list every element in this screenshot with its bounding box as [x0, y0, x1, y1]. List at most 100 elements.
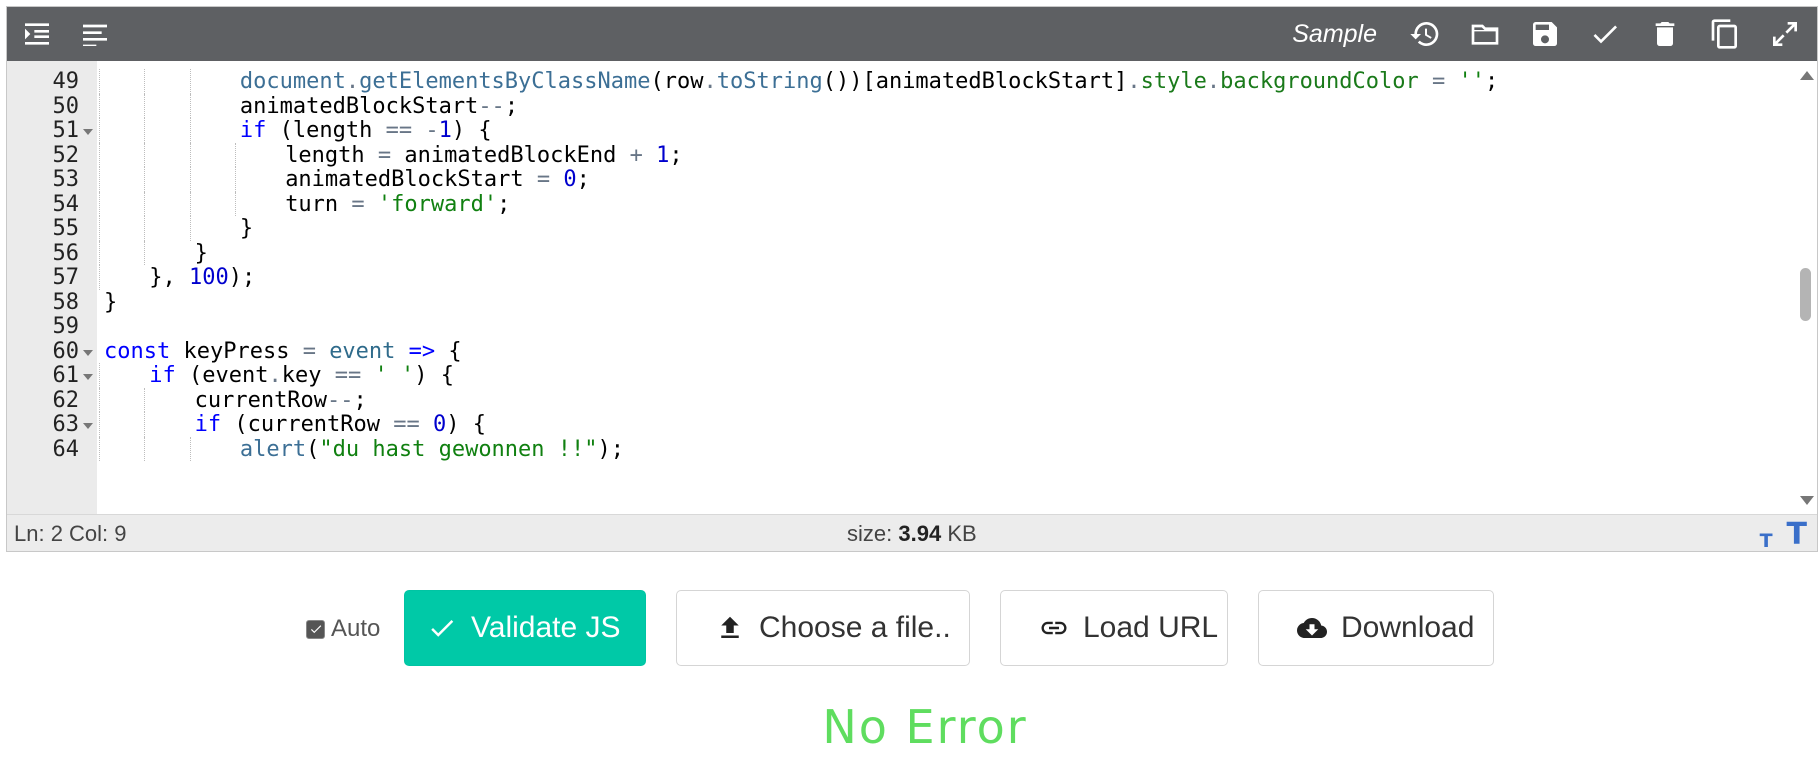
code-token: 1: [656, 142, 670, 168]
auto-label: Auto: [331, 615, 381, 642]
code-token: (length: [266, 118, 386, 143]
validate-js-button[interactable]: Validate JS: [404, 590, 646, 666]
indent-guide: [99, 436, 100, 461]
indent-guide: [144, 69, 146, 94]
auto-validate-toggle[interactable]: Auto: [306, 615, 380, 643]
code-token: ;: [1485, 69, 1499, 94]
indent-guide: [144, 142, 146, 167]
code-token: toString: [716, 69, 823, 94]
validation-result: No Error: [822, 700, 1028, 754]
fold-toggle-icon[interactable]: [83, 349, 93, 356]
font-decrease-button[interactable]: T: [1760, 530, 1773, 552]
fold-toggle-icon[interactable]: [83, 374, 93, 380]
code-token: ;: [504, 93, 519, 119]
check-icon: [431, 620, 454, 637]
code-token: 0: [433, 412, 447, 437]
code-token: .: [703, 69, 717, 94]
code-token: =: [302, 338, 316, 364]
load-url-label: Load URL: [1083, 611, 1219, 644]
save-icon[interactable]: [1527, 16, 1563, 52]
code-token: if: [194, 412, 222, 437]
format-icon[interactable]: [77, 16, 113, 52]
code-token: (row: [650, 69, 704, 94]
code-token: =: [377, 142, 392, 168]
trash-icon[interactable]: [1647, 16, 1683, 52]
code-token: alert: [239, 436, 307, 462]
file-size-unit: KB: [947, 521, 977, 546]
load-url-button[interactable]: Load URL: [1000, 590, 1228, 666]
code-token: style: [1140, 69, 1207, 94]
copy-icon[interactable]: [1707, 16, 1743, 52]
indent-guide: [144, 93, 146, 118]
code-token: 100: [189, 265, 229, 290]
indent-guide: [189, 69, 191, 94]
code-token: turn: [285, 191, 352, 217]
code-token: .: [268, 363, 282, 388]
code-token: keyPress: [170, 338, 303, 364]
fold-toggle-icon[interactable]: [83, 423, 93, 429]
font-increase-button[interactable]: T: [1787, 517, 1807, 552]
indent-guide: [99, 191, 100, 216]
code-token: const: [104, 338, 171, 364]
indent-guide: [99, 412, 100, 437]
indent-guide: [234, 191, 236, 216]
indent-guide: [99, 118, 100, 143]
code-token: {: [435, 338, 462, 364]
code-token: document: [239, 69, 346, 94]
download-button[interactable]: Download: [1258, 590, 1494, 666]
indent-guide: [189, 118, 191, 143]
indent-guide: [99, 265, 100, 290]
code-token: ;: [353, 387, 367, 413]
fold-toggle-icon[interactable]: [83, 129, 93, 135]
line-number: 64: [52, 436, 80, 462]
code-token: }: [239, 216, 254, 241]
code-token: }: [194, 240, 208, 266]
code-text: }, 100);: [149, 263, 255, 292]
code-token: =: [1432, 69, 1446, 94]
indent-guide: [189, 142, 191, 167]
indent-guide: [189, 191, 191, 216]
scrollbar-thumb[interactable]: [1800, 268, 1811, 321]
code-text: }: [240, 214, 253, 243]
scroll-down-icon[interactable]: [1800, 496, 1814, 505]
indent-guide: [189, 93, 191, 118]
code-token: "du hast gewonnen !!": [319, 436, 598, 462]
code-token: event: [329, 338, 396, 364]
indent-guide: [234, 167, 236, 192]
indent-icon[interactable]: [19, 16, 55, 52]
expand-icon[interactable]: [1767, 16, 1803, 52]
code-token: (currentRow: [221, 412, 394, 437]
code-token: =>: [408, 338, 436, 364]
code-token: animatedBlockEnd: [391, 142, 630, 168]
indent-guide: [144, 118, 146, 143]
check-icon[interactable]: [1587, 16, 1623, 52]
indent-guide: [234, 142, 236, 167]
code-token: length: [285, 142, 378, 168]
code-token: ==: [393, 412, 420, 437]
vertical-scrollbar[interactable]: [1795, 61, 1817, 517]
code-token: }: [104, 289, 118, 315]
indent-guide: [99, 167, 100, 192]
indent-guide: [189, 167, 191, 192]
folder-icon[interactable]: [1467, 16, 1503, 52]
scroll-up-icon[interactable]: [1800, 71, 1814, 80]
code-line[interactable]: 64 alert("du hast gewonnen !!");: [7, 436, 1797, 466]
history-icon[interactable]: [1407, 16, 1443, 52]
code-token: ;: [576, 167, 590, 192]
auto-checkbox[interactable]: [306, 619, 325, 639]
choose-file-button[interactable]: Choose a file..: [676, 590, 970, 666]
code-token: ;: [669, 142, 683, 168]
indent-guide: [189, 436, 191, 461]
code-token: animatedBlockStart: [239, 93, 479, 119]
code-token: ) {: [414, 363, 454, 388]
code-token: );: [597, 436, 625, 462]
code-text: turn = 'forward';: [285, 190, 510, 219]
code-token: '': [1458, 69, 1486, 94]
sample-button[interactable]: Sample: [1292, 20, 1377, 49]
indent-guide: [144, 387, 146, 412]
code-area[interactable]: 49 document.getElementsByClassName(row.to…: [7, 61, 1817, 517]
